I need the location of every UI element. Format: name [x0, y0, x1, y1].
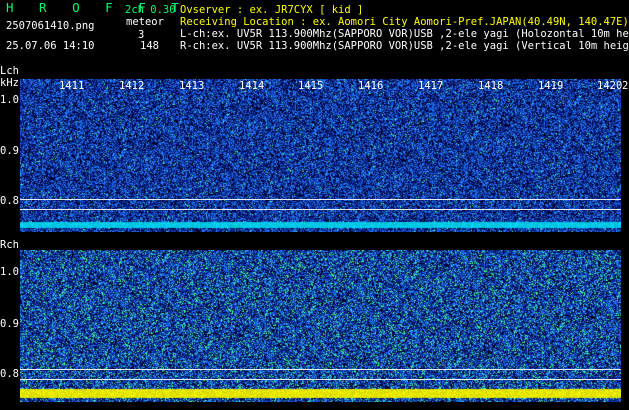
meteor-label: meteor — [126, 16, 164, 28]
time-tick-1418: 1418 — [478, 80, 504, 92]
file-name: 2507061410.png — [6, 20, 95, 32]
time-tick-1416: 1416 — [358, 80, 384, 92]
lch-marker-line-upper — [20, 199, 621, 200]
rch-marker-line-upper — [20, 369, 621, 370]
channel-setting: 2ch 0.30 — [125, 4, 176, 16]
lch-spectrogram — [20, 79, 621, 232]
rch-marker-line-lower — [20, 379, 621, 380]
time-tick-1414: 1414 — [239, 80, 265, 92]
time-tick-1419: 1419 — [538, 80, 564, 92]
lch-tick-0-8: 0.8 — [0, 195, 19, 207]
lch-marker-line-lower — [20, 209, 621, 210]
time-tick-overflow: 2 — [622, 80, 629, 92]
rch-tick-1-0: 1.0 — [0, 266, 19, 278]
lch-channel-label: Lch — [0, 65, 19, 77]
time-tick-1411: 1411 — [59, 80, 85, 92]
datetime: 25.07.06 14:10 — [6, 40, 95, 52]
observer-line: Ovserver : ex. JR7CYX [ kid ] — [180, 4, 364, 16]
time-tick-1420: 1420 — [597, 80, 623, 92]
rch-spectrogram — [20, 250, 621, 402]
location-line: Receiving Location : ex. Aomori City Aom… — [180, 16, 629, 28]
rch-channel-label: Rch — [0, 239, 19, 251]
time-tick-1413: 1413 — [179, 80, 205, 92]
lch-unit-label: kHz — [0, 77, 19, 89]
time-tick-1417: 1417 — [418, 80, 444, 92]
rch-info-line: R-ch:ex. UV5R 113.900Mhz(SAPPORO VOR)USB… — [180, 40, 629, 52]
rch-tick-0-9: 0.9 — [0, 318, 19, 330]
lch-tick-0-9: 0.9 — [0, 145, 19, 157]
time-tick-1415: 1415 — [298, 80, 324, 92]
lch-info-line: L-ch:ex. UV5R 113.900Mhz(SAPPORO VOR)USB… — [180, 28, 629, 40]
time-tick-1412: 1412 — [119, 80, 145, 92]
rch-tick-0-8: 0.8 — [0, 368, 19, 380]
rch-meteor-count: 148 — [140, 40, 159, 52]
lch-tick-1-0: 1.0 — [0, 94, 19, 106]
